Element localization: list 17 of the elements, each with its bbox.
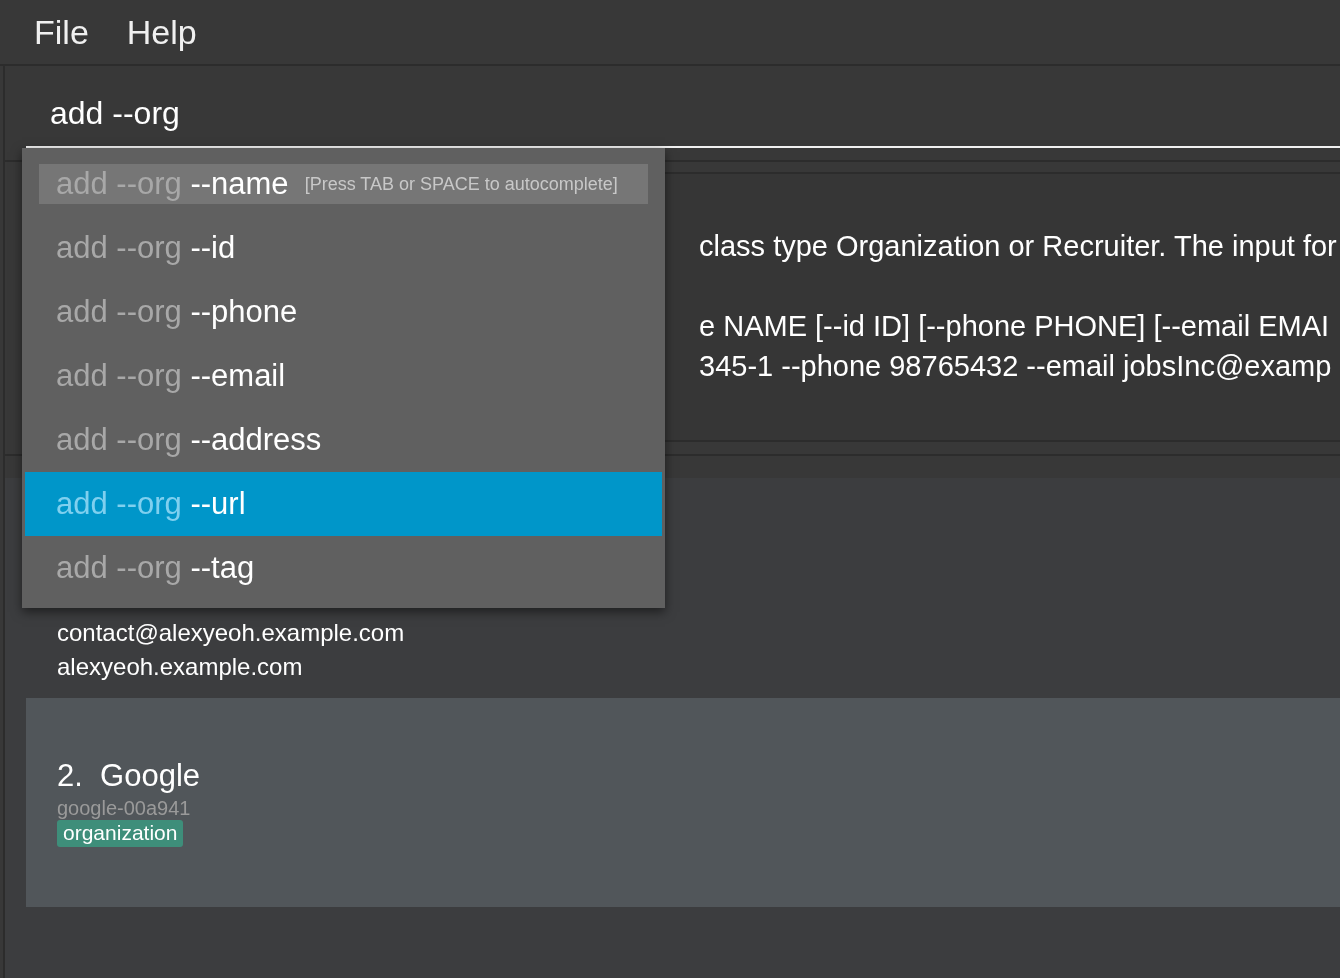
autocomplete-item[interactable]: add --org --address [25,408,662,472]
contact-detail: contact@alexyeoh.example.com [57,618,406,648]
contact-id: google-00a941 [57,796,192,820]
result-text: class type Organization or Recruiter. The input for [699,229,1338,264]
tag-label: organization [57,820,184,847]
contact-name: 2. Google [57,757,202,795]
result-text: 345-1 --phone 98765432 --email jobsInc@examp [699,349,1333,384]
contact-detail: alexyeoh.example.com [57,652,304,682]
autocomplete-item[interactable]: add --org --url [25,472,662,536]
menu-item[interactable]: File [34,12,89,52]
autocomplete-item[interactable]: add --org --id [25,216,662,280]
result-text: e NAME [--id ID] [--phone PHONE] [--email EMAI [699,309,1331,344]
contact-card[interactable]: 2. Google google-00a941 organization [26,698,1340,907]
menu-item[interactable]: Help [126,12,197,52]
autocomplete-item[interactable]: add --org --tag [25,536,662,600]
autocomplete-item[interactable]: add --org --email [25,344,662,408]
autocomplete-item[interactable]: add --org --phone [25,280,662,344]
